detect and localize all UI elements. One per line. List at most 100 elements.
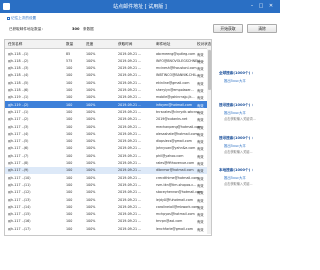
status-cell: 有效 [197, 67, 204, 72]
time-cell: 2019-09-21 ... [118, 95, 142, 100]
search-group-link[interactable]: 推出5xuc大平 [224, 110, 246, 115]
count-cell: 575 [66, 58, 73, 63]
table-row[interactable]: gjh-117 ..(6) 100 100% 2019-09-21 ... johnyu… [5, 145, 211, 152]
table-row[interactable]: gjh-117 ..(9) 100 100% 2019-09-21 ... dlbnmo… [5, 166, 211, 175]
close-icon[interactable]: ✕ [267, 3, 275, 10]
column-header-email[interactable]: 邮件地址 [156, 42, 170, 47]
table-row[interactable]: gjh-117 ..(12) 100 100% 2019-09-21 ... stace… [5, 189, 211, 196]
table-row[interactable]: gjh-119 ..(1) 100 100% 2019-09-21 ... mobile… [5, 94, 211, 101]
remember-option[interactable]: 记住上次的设置 [7, 16, 107, 21]
table-row[interactable]: gjh-119 ..(2) 100 100% 2019-09-21 ... infoye… [5, 101, 211, 109]
table-row[interactable]: gjh-118 ..(5) 100 100% 2019-09-21 ... ekinli… [5, 79, 211, 86]
progress-cell: 100% [86, 153, 96, 158]
column-header-status[interactable]: 校对状态 [197, 42, 211, 47]
search-group-title: 搜寻搜索(1000个) ： [219, 103, 256, 107]
email-cell: rsm-tkn@tim-shopos.c... [156, 182, 197, 187]
email-cell: mechanpeng@hotmail.com [156, 124, 202, 129]
table-row[interactable]: gjh-118 ..(4) 100 100% 2019-09-21 ... INBTIN… [5, 72, 211, 79]
email-cell: johnyuan@yahn&e.com [156, 146, 196, 151]
task-name-cell: gjh-117 ..(16) [8, 219, 31, 224]
search-group-link[interactable]: 推出5xuc大平 [224, 78, 246, 83]
time-cell: 2019-09-21 ... [118, 197, 142, 202]
count-cell: 100 [66, 102, 73, 107]
table-row[interactable]: gjh-117 ..(17) 100 100% 2019-09-21 ... lench… [5, 225, 211, 232]
time-cell: 2019-09-21 ... [118, 190, 142, 195]
task-name-cell: gjh-117 ..(8) [8, 161, 29, 165]
table-row[interactable]: gjh-118 ..(1) 85 100% 2019-09-21 ... abcmeen… [5, 50, 211, 57]
search-panel: 全球搜索(1000个) ：推出5xuc大平 搜寻搜索(1000个) ：推出5xuc… [216, 39, 276, 236]
search-group-title: 搜寻搜索(1000个) ： [219, 136, 256, 140]
time-cell: 2019-09-21 ... [118, 80, 142, 85]
progress-cell: 100% [86, 117, 96, 122]
status-cell: 有效 [197, 183, 204, 188]
remember-checkbox[interactable] [7, 16, 10, 20]
status-cell: 有效 [197, 110, 204, 115]
table-row[interactable]: gjh-117 ..(8) 100 100% 2019-09-21 ... rales@… [5, 160, 211, 167]
table-row[interactable]: gjh-117 ..(11) 100 100% 2019-09-21 ... rsm-t… [5, 181, 211, 188]
email-cell: lenchfarle@gmail.com [156, 226, 193, 231]
progress-cell: 100% [86, 124, 96, 129]
table-row[interactable]: gjh-117 ..(2) 100 100% 2019-09-21 ... 2019@o… [5, 116, 211, 123]
email-cell: phil@yahoo.com [156, 153, 184, 158]
progress-cell: 100% [86, 80, 96, 85]
time-cell: 2019-09-21 ... [118, 117, 142, 122]
table-row[interactable]: gjh-117 ..(4) 100 100% 2019-09-21 ... alesas… [5, 130, 211, 137]
table-row[interactable]: gjh-118 ..(6) 100 100% 2019-09-21 ... sheryl… [5, 87, 211, 94]
progress-cell: 100% [86, 95, 96, 100]
scrollbar-thumb[interactable] [207, 50, 211, 90]
table-row[interactable]: gjh-117 ..(10) 100 100% 2019-09-21 ... crecd… [5, 174, 211, 181]
email-cell: tnrscales@cinrydk-wkcns... [156, 109, 201, 114]
minimize-icon[interactable]: – [248, 3, 256, 10]
time-cell: 2019-09-21 ... [118, 51, 142, 56]
count-cell: 100 [66, 182, 73, 187]
count-cell: 100 [66, 117, 73, 122]
column-header-progress[interactable]: 进度 [86, 42, 93, 47]
count-cell: 100 [66, 131, 73, 136]
status-cell: 有效 [197, 103, 204, 108]
progress-cell: 100% [86, 131, 96, 136]
table-row[interactable]: gjh-117 ..(5) 100 100% 2019-09-21 ... dlopsl… [5, 138, 211, 145]
table-row[interactable]: gjh-117 ..(14) 100 100% 2019-09-21 ... carol… [5, 203, 211, 210]
result-count-unit: 条数据 [83, 27, 94, 31]
progress-cell: 100% [86, 182, 96, 187]
email-cell: abcmeeng@qutleg.com [156, 51, 196, 56]
email-cell: staceyhenron@hotmail.com [156, 190, 203, 195]
table-row[interactable]: gjh-117 ..(13) 100 100% 2019-09-21 ... lejdy… [5, 196, 211, 203]
maximize-icon[interactable]: □ [257, 3, 265, 10]
email-cell: mobile@gshinrnsjp.jk... [156, 95, 195, 100]
status-cell: 有效 [197, 125, 204, 130]
status-cell: 有效 [197, 132, 204, 137]
time-cell: 2019-09-21 ... [118, 219, 142, 224]
table-row[interactable]: gjh-117 ..(16) 100 100% 2019-09-21 ... tmrpn… [5, 218, 211, 225]
email-cell: mchpyos@hotmail.com [156, 212, 195, 217]
column-header-count[interactable]: 数量 [66, 42, 73, 47]
status-cell: 有效 [197, 205, 204, 210]
table-row[interactable]: gjh-117 ..(3) 100 100% 2019-09-21 ... mechan… [5, 123, 211, 130]
progress-cell: 100% [86, 88, 96, 92]
column-header-time[interactable]: 获取时间 [118, 42, 132, 47]
column-header-task[interactable]: 任务名称 [8, 42, 22, 47]
clear-button[interactable]: 清除 [247, 24, 277, 33]
table-row[interactable]: gjh-118 ..(3) 100 100% 2019-09-21 ... mcines… [5, 65, 211, 72]
count-cell: 85 [66, 51, 71, 56]
task-name-cell: gjh-117 ..(11) [8, 182, 31, 187]
progress-cell: 100% [86, 204, 96, 209]
count-cell: 100 [66, 212, 73, 217]
search-group-link[interactable]: 推出5xuc大平 [224, 175, 246, 180]
start-button[interactable]: 开始获取 [213, 24, 243, 33]
search-group-link[interactable]: 推出5xuc大平 [224, 143, 246, 148]
table-row[interactable]: gjh-117 ..(15) 100 100% 2019-09-21 ... mchpy… [5, 211, 211, 218]
count-cell: 100 [66, 109, 73, 114]
table-row[interactable]: gjh-118 ..(2) 575 100% 2019-09-21 ... INFO@B… [5, 57, 211, 64]
count-cell: 100 [66, 226, 73, 231]
table-scrollbar[interactable] [207, 48, 211, 234]
time-cell: 2019-09-21 ... [118, 168, 142, 173]
table-row[interactable]: gjh-117 ..(7) 100 100% 2019-09-21 ... phil@y… [5, 152, 211, 159]
status-cell: 有效 [197, 213, 204, 218]
table-row[interactable]: gjh-117 ..(1) 100 100% 2019-09-21 ... tnrsca… [5, 108, 211, 115]
progress-cell: 100% [86, 73, 96, 78]
email-cell: ekinline@gmail.com [156, 80, 190, 85]
task-name-cell: gjh-117 ..(17) [8, 226, 31, 231]
time-cell: 2019-09-21 ... [118, 131, 142, 136]
task-name-cell: gjh-117 ..(4) [8, 131, 29, 136]
